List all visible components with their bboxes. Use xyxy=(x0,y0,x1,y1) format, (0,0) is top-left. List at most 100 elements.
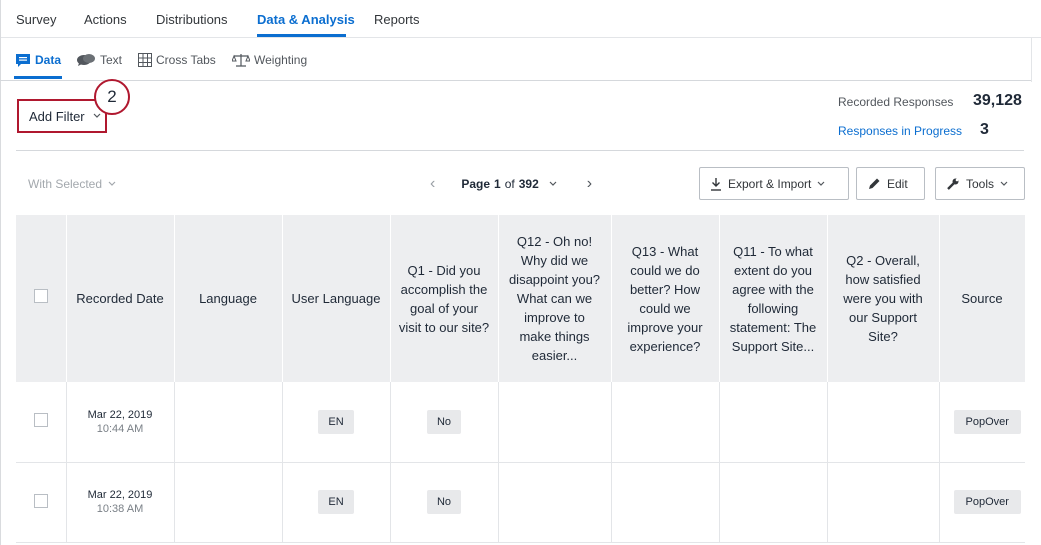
sub-navigation: Data Text Cross Tabs Weighting xyxy=(0,38,1031,81)
pencil-icon xyxy=(869,178,880,189)
responses-table: Recorded Date Language User Language Q1 … xyxy=(16,215,1026,543)
tab-distributions[interactable]: Distributions xyxy=(156,12,228,27)
section-divider xyxy=(16,150,1024,151)
column-header[interactable]: Q13 - What could we do better? How could… xyxy=(611,215,720,382)
source-cell: PopOver xyxy=(939,462,1025,543)
recorded-date-cell: Mar 22, 2019 10:44 AM xyxy=(66,382,175,463)
subtab-text-label: Text xyxy=(100,53,123,67)
language-cell xyxy=(174,382,283,463)
user-language-badge: EN xyxy=(318,409,354,434)
chevron-down-icon xyxy=(108,181,116,186)
date-text: Mar 22, 2019 xyxy=(87,489,153,501)
recorded-date-cell: Mar 22, 2019 10:38 AM xyxy=(66,462,175,543)
user-language-badge: EN xyxy=(318,490,354,514)
column-header[interactable]: Q1 - Did you accomplish the goal of your… xyxy=(390,215,499,382)
chevron-down-icon xyxy=(817,181,825,186)
q2-cell xyxy=(827,382,940,463)
source-cell: PopOver xyxy=(939,382,1025,463)
tab-survey[interactable]: Survey xyxy=(16,12,56,27)
page-current: 1 xyxy=(494,177,501,191)
time-text: 10:38 AM xyxy=(96,503,144,515)
export-import-label: Export & Import xyxy=(728,176,812,191)
column-header[interactable]: Q2 - Overall, how satisfied were you wit… xyxy=(827,215,940,382)
edit-label: Edit xyxy=(887,176,908,191)
tab-data-analysis[interactable]: Data & Analysis xyxy=(257,12,355,27)
q12-cell xyxy=(498,462,612,543)
column-header[interactable]: Source xyxy=(939,215,1026,382)
row-checkbox[interactable] xyxy=(33,493,48,508)
add-filter-label: Add Filter xyxy=(29,108,85,124)
tab-actions[interactable]: Actions xyxy=(84,12,127,27)
page-total: 392 xyxy=(518,177,539,191)
subtab-weighting-label: Weighting xyxy=(254,53,308,67)
next-page-icon[interactable]: › xyxy=(587,175,592,193)
tab-reports[interactable]: Reports xyxy=(374,12,420,27)
step-callout: 2 xyxy=(94,79,130,115)
frame-border xyxy=(0,0,1,545)
q12-cell xyxy=(498,382,612,463)
column-header[interactable]: User Language xyxy=(282,215,391,382)
table-row[interactable]: Mar 22, 2019 10:44 AM EN No PopOver xyxy=(16,382,1025,463)
download-icon xyxy=(711,177,721,191)
chevron-down-icon xyxy=(1000,181,1008,186)
chat-bubble-icon xyxy=(16,54,30,67)
q13-cell xyxy=(611,382,720,463)
responses-in-progress-link[interactable]: Responses in Progress xyxy=(838,124,962,138)
source-badge: PopOver xyxy=(953,490,1021,514)
page-prefix: Page xyxy=(461,177,491,191)
time-text: 10:44 AM xyxy=(96,422,144,435)
panel-edge xyxy=(1031,38,1032,82)
active-tab-indicator xyxy=(257,34,346,37)
user-language-cell: EN xyxy=(282,462,391,543)
column-header[interactable]: Q12 - Oh no! Why did we disappoint you? … xyxy=(498,215,612,382)
language-cell xyxy=(174,462,283,543)
edit-button[interactable]: Edit xyxy=(856,167,925,200)
responses-in-progress-count: 3 xyxy=(980,121,989,138)
column-header[interactable]: Language xyxy=(174,215,283,382)
scale-icon xyxy=(232,54,250,67)
column-header[interactable]: Q11 - To what extent do you agree with t… xyxy=(719,215,828,382)
q1-answer-badge: No xyxy=(426,409,462,434)
speech-bubbles-icon xyxy=(77,54,95,66)
with-selected-dropdown[interactable]: With Selected xyxy=(28,177,116,191)
q1-cell: No xyxy=(390,382,499,463)
chevron-down-icon xyxy=(93,113,101,118)
table-header-row: Recorded Date Language User Language Q1 … xyxy=(16,215,1026,382)
q1-cell: No xyxy=(390,462,499,543)
page-of: of xyxy=(504,177,515,191)
date-text: Mar 22, 2019 xyxy=(87,408,153,421)
table-row[interactable]: Mar 22, 2019 10:38 AM EN No PopOver xyxy=(16,462,1025,543)
row-checkbox[interactable] xyxy=(33,413,48,428)
export-import-button[interactable]: Export & Import xyxy=(699,167,849,200)
page-select-chevron-icon[interactable] xyxy=(549,181,557,187)
recorded-responses-count: 39,128 xyxy=(973,92,1022,109)
tools-button[interactable]: Tools xyxy=(935,167,1025,200)
pagination: ‹ Page 1 of 392 › xyxy=(430,172,592,196)
select-all-checkbox[interactable] xyxy=(33,289,48,303)
subtab-cross-tabs-label: Cross Tabs xyxy=(156,53,216,67)
active-subtab-indicator xyxy=(14,76,62,79)
user-language-cell: EN xyxy=(282,382,391,463)
tools-label: Tools xyxy=(966,176,995,191)
column-header[interactable]: Recorded Date xyxy=(66,215,175,382)
subtab-data-label: Data xyxy=(35,53,62,67)
recorded-responses-label: Recorded Responses xyxy=(838,95,954,109)
previous-page-icon[interactable]: ‹ xyxy=(430,175,435,193)
subtab-text[interactable]: Text xyxy=(76,53,122,67)
source-badge: PopOver xyxy=(953,409,1021,434)
top-navigation: Survey Actions Distributions Data & Anal… xyxy=(0,0,1041,545)
grid-icon xyxy=(138,53,152,67)
subtab-data[interactable]: Data xyxy=(15,53,61,67)
add-filter-button[interactable]: Add Filter xyxy=(17,99,107,133)
q1-answer-badge: No xyxy=(426,490,462,514)
row-select-cell[interactable] xyxy=(16,462,67,543)
q2-cell xyxy=(827,462,940,543)
q11-cell xyxy=(719,462,828,543)
row-select-cell[interactable] xyxy=(16,382,67,463)
q13-cell xyxy=(611,462,720,543)
wrench-icon xyxy=(947,178,959,190)
subtab-weighting[interactable]: Weighting xyxy=(232,53,307,67)
subtab-cross-tabs[interactable]: Cross Tabs xyxy=(138,53,216,67)
select-all-header[interactable] xyxy=(16,215,67,382)
with-selected-label: With Selected xyxy=(28,177,103,191)
